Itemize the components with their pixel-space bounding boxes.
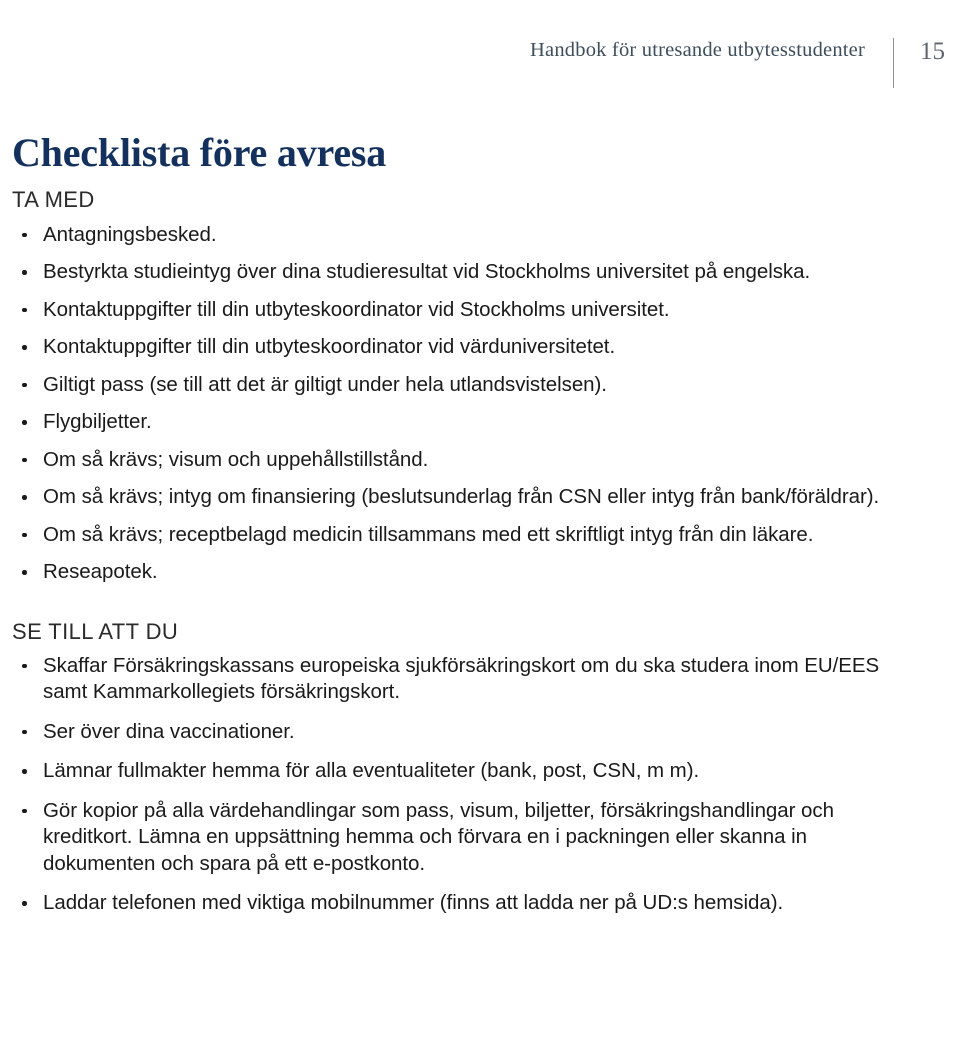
list-item: Om så krävs; receptbelagd medicin tillsa…: [12, 522, 902, 549]
list-item-text: Bestyrkta studieintyg över dina studiere…: [43, 260, 811, 284]
bullet-dot-icon: [22, 382, 27, 388]
section-ta-med: TA MED Antagningsbesked. Bestyrkta studi…: [12, 188, 902, 585]
bullet-dot-icon: [22, 232, 27, 238]
bullet-dot-icon: [22, 270, 27, 275]
list-item: Om så krävs; visum och uppehållstillstån…: [12, 447, 902, 474]
bullet-dot-icon: [22, 457, 27, 463]
list-item-text: Giltigt pass (se till att det är giltigt…: [43, 372, 607, 396]
list-item-text: Om så krävs; receptbelagd medicin tillsa…: [43, 522, 814, 546]
list-item: Laddar telefonen med viktiga mobilnummer…: [12, 890, 902, 917]
section-heading-ta-med: TA MED: [12, 187, 95, 213]
header-divider: [893, 38, 894, 88]
running-header: Handbok för utresande utbytesstudenter 1…: [0, 38, 960, 90]
list-item: Giltigt pass (se till att det är giltigt…: [12, 372, 902, 399]
list-item: Lämnar fullmakter hemma för alla eventua…: [12, 758, 902, 785]
list-item: Kontaktuppgifter till din utbyteskoordin…: [12, 334, 902, 361]
list-item-text: Kontaktuppgifter till din utbyteskoordin…: [43, 297, 670, 321]
section-heading-se-till-att-du: SE TILL ATT DU: [12, 618, 179, 644]
list-item: Ser över dina vaccinationer.: [12, 719, 902, 746]
list-item-text: Skaffar Försäkringskassans europeiska sj…: [43, 653, 880, 704]
list-item: Skaffar Försäkringskassans europeiska sj…: [12, 653, 902, 706]
bullet-dot-icon: [22, 769, 27, 774]
list-item: Bestyrkta studieintyg över dina studiere…: [12, 259, 902, 286]
checklist-se-till-att-du: Skaffar Försäkringskassans europeiska sj…: [12, 653, 902, 917]
list-item-text: Om så krävs; intyg om finansiering (besl…: [43, 485, 880, 509]
list-item-text: Gör kopior på alla värdehandlingar som p…: [43, 798, 834, 875]
page-number: 15: [920, 38, 945, 65]
list-item-text: Antagningsbesked.: [43, 222, 217, 246]
bullet-dot-icon: [22, 420, 27, 425]
list-item-text: Reseapotek.: [43, 560, 158, 584]
bullet-dot-icon: [22, 729, 27, 735]
page-title: Checklista före avresa: [12, 130, 387, 175]
list-item: Flygbiljetter.: [12, 409, 902, 436]
list-item-text: Laddar telefonen med viktiga mobilnummer…: [43, 891, 784, 915]
bullet-dot-icon: [22, 901, 27, 906]
list-item: Kontaktuppgifter till din utbyteskoordin…: [12, 297, 902, 324]
list-item-text: Ser över dina vaccinationer.: [43, 719, 295, 743]
bullet-dot-icon: [22, 532, 27, 538]
bullet-dot-icon: [22, 808, 27, 814]
list-item: Gör kopior på alla värdehandlingar som p…: [12, 798, 902, 878]
list-item: Antagningsbesked.: [12, 222, 902, 249]
bullet-dot-icon: [22, 345, 27, 350]
header-title: Handbok för utresande utbytesstudenter: [530, 39, 865, 61]
list-item-text: Flygbiljetter.: [43, 410, 152, 434]
list-item: Om så krävs; intyg om finansiering (besl…: [12, 484, 902, 511]
checklist-ta-med: Antagningsbesked. Bestyrkta studieintyg …: [12, 222, 902, 586]
section-se-till-att-du: SE TILL ATT DU Skaffar Försäkringskassan…: [12, 618, 902, 917]
list-item: Reseapotek.: [12, 559, 902, 586]
bullet-dot-icon: [22, 307, 27, 313]
list-item-text: Om så krävs; visum och uppehållstillstån…: [43, 447, 429, 471]
bullet-dot-icon: [22, 663, 27, 669]
list-item-text: Kontaktuppgifter till din utbyteskoordin…: [43, 335, 616, 359]
bullet-dot-icon: [22, 495, 27, 500]
page-content: Checklista före avresa TA MED Antagnings…: [12, 130, 902, 930]
bullet-dot-icon: [22, 570, 27, 575]
list-item-text: Lämnar fullmakter hemma för alla eventua…: [43, 759, 700, 783]
